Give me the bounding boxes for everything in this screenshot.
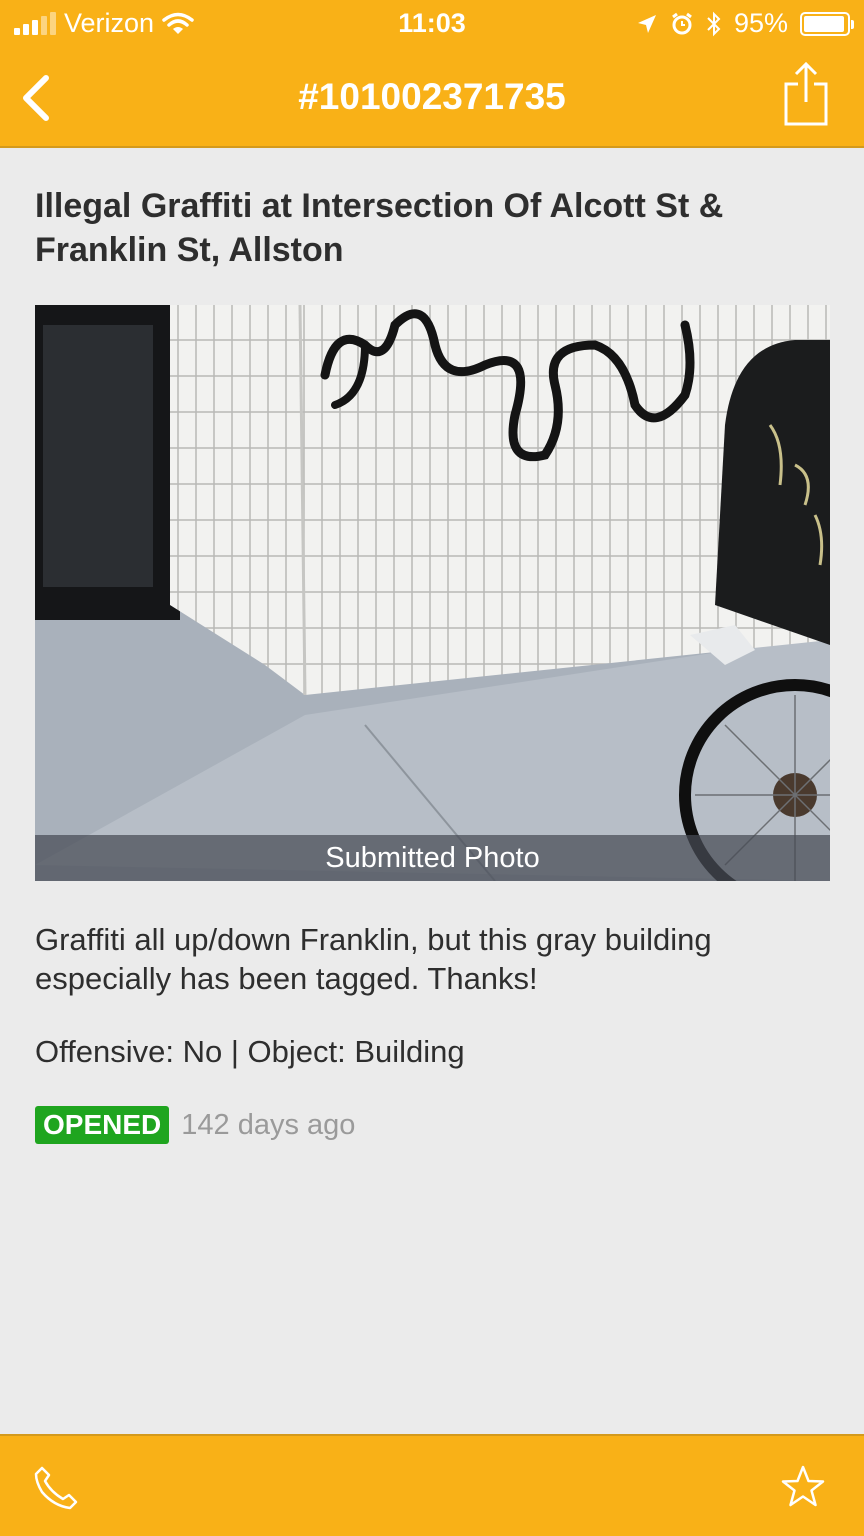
case-number-title: #101002371735 [298, 76, 566, 117]
phone-icon[interactable] [34, 1464, 80, 1510]
report-age: 142 days ago [181, 1108, 356, 1141]
status-bar: Verizon 11:03 95% [0, 0, 864, 48]
report-description: Graffiti all up/down Franklin, but this … [35, 922, 712, 996]
status-badge: OPENED [35, 1106, 170, 1144]
battery-percent: 95% [733, 8, 788, 38]
report-meta: Offensive: No | Object: Building [35, 1034, 465, 1069]
photo-caption: Submitted Photo [35, 835, 830, 881]
submitted-photo[interactable]: Submitted Photo [35, 305, 830, 881]
report-title: Illegal Graffiti at Intersection Of Alco… [35, 187, 724, 269]
bottom-toolbar [0, 1434, 864, 1536]
star-icon[interactable] [780, 1464, 826, 1510]
graffiti-photo-image [35, 305, 830, 881]
top-bar: Verizon 11:03 95% #101002371735 [0, 0, 864, 148]
battery-fill [804, 15, 844, 32]
status-right: 95% [636, 8, 854, 39]
alarm-icon [672, 12, 692, 34]
bluetooth-icon [707, 11, 721, 36]
battery-icon [800, 11, 854, 36]
location-arrow-icon [637, 14, 656, 33]
share-icon[interactable] [782, 60, 830, 126]
report-status-row: OPENED 142 days ago [35, 1106, 355, 1144]
nav-bar: #101002371735 [0, 48, 864, 148]
